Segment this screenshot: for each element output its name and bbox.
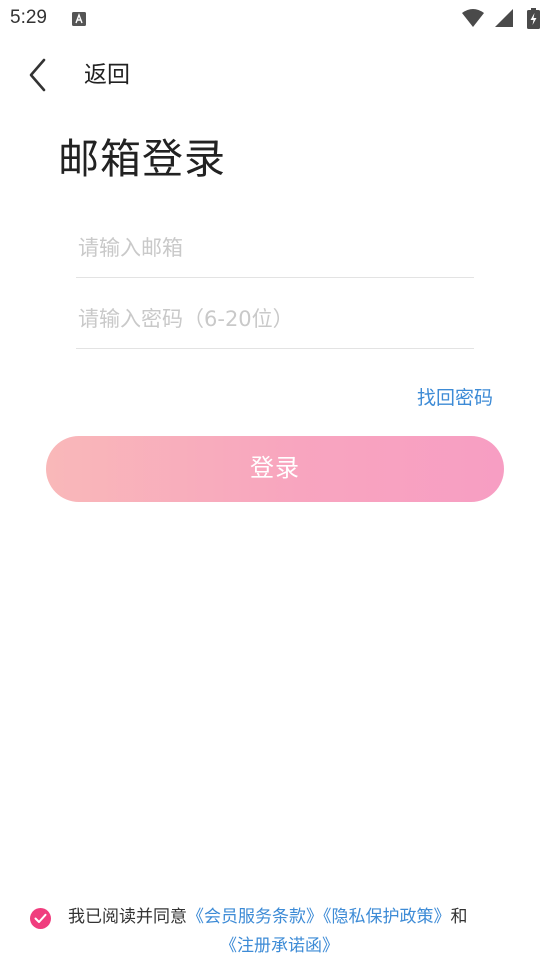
registration-letter-link[interactable]: 《注册承诺函》 xyxy=(220,936,339,956)
email-field-container xyxy=(76,218,474,278)
agreement: 我已阅读并同意《会员服务条款》《隐私保护政策》和 《注册承诺函》 xyxy=(30,903,530,963)
membership-terms-link[interactable]: 《会员服务条款》 xyxy=(187,907,323,927)
status-time: 5:29 xyxy=(10,7,47,28)
login-button[interactable]: 登录 xyxy=(46,436,504,502)
a-text-icon xyxy=(72,11,86,26)
back-label[interactable]: 返回 xyxy=(84,61,130,89)
back-button[interactable] xyxy=(22,56,56,94)
status-bar: 5:29 xyxy=(0,0,550,38)
email-field[interactable] xyxy=(76,218,474,277)
chevron-left-icon xyxy=(22,58,56,98)
password-field[interactable] xyxy=(76,289,474,348)
agreement-prefix: 我已阅读并同意 xyxy=(68,907,187,927)
page-title: 邮箱登录 xyxy=(58,135,226,183)
agree-checkbox[interactable] xyxy=(30,908,51,929)
login-button-label: 登录 xyxy=(250,455,300,482)
password-field-container xyxy=(76,289,474,349)
agreement-text: 我已阅读并同意《会员服务条款》《隐私保护政策》和 《注册承诺函》 xyxy=(68,903,524,961)
forgot-password-link[interactable]: 找回密码 xyxy=(417,386,493,410)
privacy-policy-link[interactable]: 《隐私保护政策》 xyxy=(323,907,451,927)
agreement-conjunction: 和 xyxy=(450,907,468,927)
